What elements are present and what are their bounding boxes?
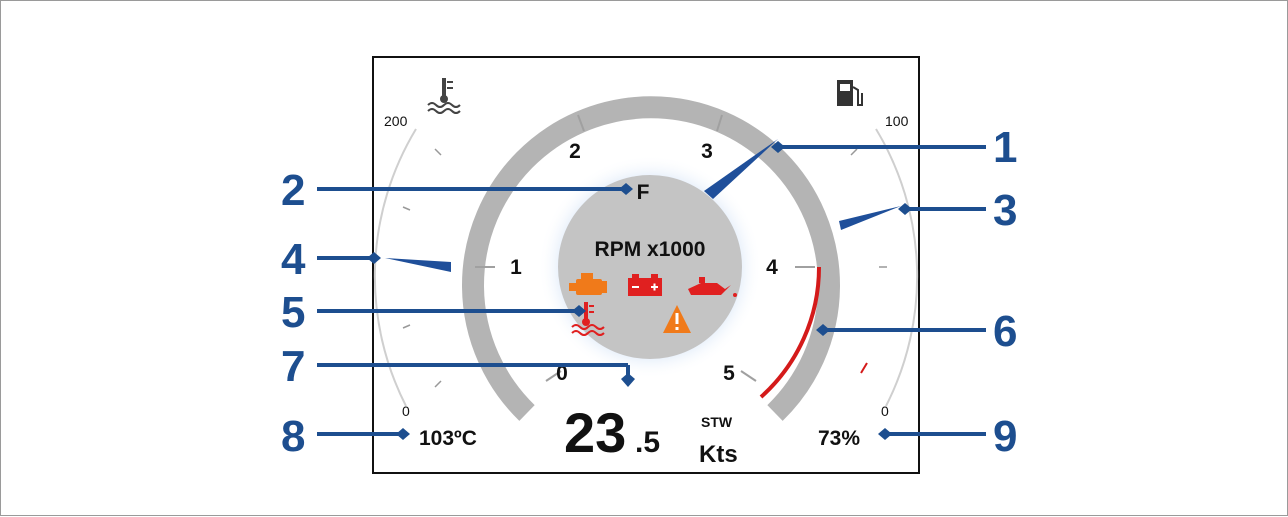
fuel-scale-min: 0 bbox=[881, 403, 889, 419]
temperature-scale-min: 0 bbox=[402, 403, 410, 419]
callout-8: 8 bbox=[281, 412, 305, 461]
temperature-readout: 103ºC bbox=[419, 427, 477, 450]
speed-integer: 23 bbox=[564, 401, 626, 464]
fuel-range-indicator: F bbox=[637, 181, 650, 204]
speed-source-label: STW bbox=[701, 414, 733, 430]
engine-gauge-diagram: 0 1 2 3 4 5 F RPM x1000 200 0 100 0 103º… bbox=[281, 56, 1017, 474]
fuel-readout: 73% bbox=[818, 427, 860, 450]
rpm-tick-label: 2 bbox=[569, 140, 581, 163]
rpm-tick-label: 5 bbox=[723, 362, 735, 385]
callout-7: 7 bbox=[281, 342, 305, 391]
callout-2: 2 bbox=[281, 166, 305, 215]
callout-5: 5 bbox=[281, 288, 305, 337]
rpm-tick-label: 1 bbox=[510, 256, 522, 279]
callout-3: 3 bbox=[993, 186, 1017, 235]
callout-1: 1 bbox=[993, 123, 1017, 172]
centre-disc bbox=[558, 175, 742, 359]
callout-4: 4 bbox=[281, 235, 306, 284]
diagram-canvas: 0 1 2 3 4 5 F RPM x1000 200 0 100 0 103º… bbox=[0, 0, 1288, 516]
rpm-units-label: RPM x1000 bbox=[595, 238, 706, 261]
callout-6: 6 bbox=[993, 307, 1017, 356]
temperature-scale-max: 200 bbox=[384, 113, 408, 129]
rpm-tick-label: 4 bbox=[766, 256, 778, 279]
callout-9: 9 bbox=[993, 412, 1017, 461]
speed-unit-label: Kts bbox=[699, 441, 738, 468]
rpm-tick-label: 3 bbox=[701, 140, 713, 163]
fuel-scale-max: 100 bbox=[885, 113, 909, 129]
speed-decimal: .5 bbox=[635, 426, 660, 459]
